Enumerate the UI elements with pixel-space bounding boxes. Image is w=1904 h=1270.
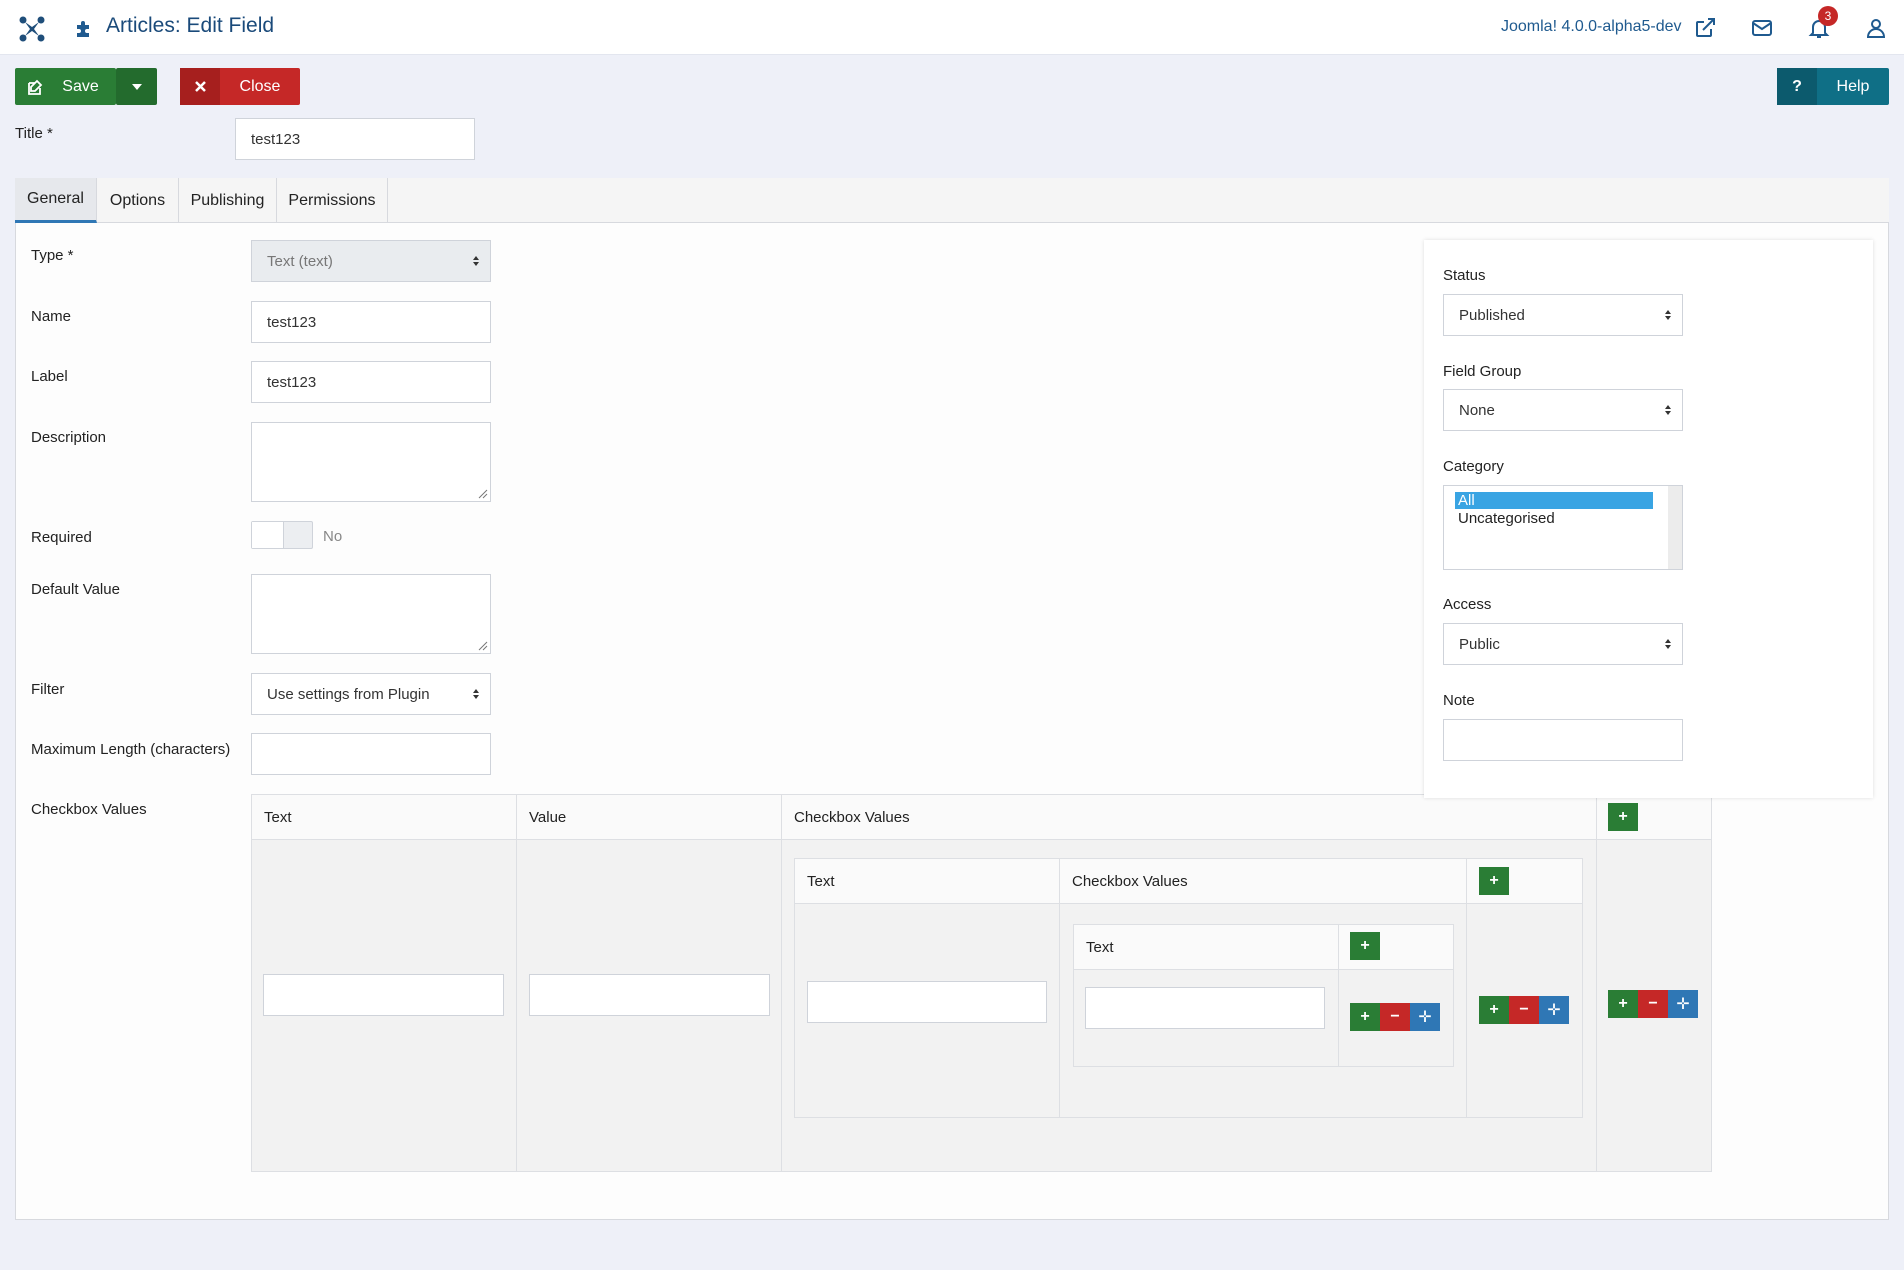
save-button[interactable]: Save — [15, 68, 116, 105]
label-label: Label — [31, 368, 68, 385]
category-option-all[interactable]: All — [1455, 492, 1653, 509]
question-icon: ? — [1777, 68, 1817, 105]
add-row-button[interactable]: + — [1479, 996, 1509, 1024]
category-option-uncategorised[interactable]: Uncategorised — [1455, 510, 1555, 527]
resize-handle-icon[interactable] — [478, 641, 488, 651]
subform-value-input[interactable] — [529, 974, 770, 1016]
close-button[interactable]: Close — [180, 68, 300, 105]
top-header: Articles: Edit Field Joomla! 4.0.0-alpha… — [0, 0, 1904, 55]
type-select-value: Text (text) — [267, 252, 333, 270]
access-label: Access — [1443, 596, 1492, 613]
remove-row-button[interactable]: − — [1509, 996, 1539, 1024]
required-toggle[interactable] — [251, 521, 313, 549]
sort-arrows-icon — [1665, 405, 1671, 415]
type-label: Type * — [31, 247, 74, 264]
version-link[interactable]: Joomla! 4.0.0-alpha5-dev — [1501, 18, 1682, 36]
field-group-select-value: None — [1459, 401, 1495, 419]
title-label: Title * — [15, 125, 53, 142]
filter-select[interactable]: Use settings from Plugin — [251, 673, 491, 715]
external-link-icon[interactable] — [1693, 16, 1717, 40]
max-length-input[interactable] — [251, 733, 491, 775]
add-row-button[interactable]: + — [1479, 867, 1509, 895]
access-select[interactable]: Public — [1443, 623, 1683, 665]
add-row-button[interactable]: + — [1608, 990, 1638, 1018]
default-value-label: Default Value — [31, 581, 120, 598]
save-dropdown-toggle[interactable] — [116, 68, 157, 105]
subform-text-input[interactable] — [263, 974, 504, 1016]
nested-header-checkbox-values: Checkbox Values — [1059, 858, 1467, 904]
user-icon[interactable] — [1864, 16, 1888, 40]
nested-text-input[interactable] — [807, 981, 1047, 1023]
joomla-logo-icon[interactable] — [18, 15, 46, 43]
listbox-scrollbar[interactable] — [1668, 486, 1682, 569]
sort-arrows-icon — [1665, 310, 1671, 320]
caret-down-icon — [131, 83, 142, 90]
sort-arrows-icon — [473, 256, 479, 266]
close-icon — [180, 68, 220, 105]
tab-bar: General Options Publishing Permissions — [15, 178, 1889, 223]
field-group-select[interactable]: None — [1443, 389, 1683, 431]
subform-header-text: Text — [251, 794, 517, 840]
move-row-button[interactable]: ✛ — [1539, 996, 1569, 1024]
help-button[interactable]: ? Help — [1777, 68, 1889, 105]
status-label: Status — [1443, 267, 1486, 284]
sort-arrows-icon — [1665, 639, 1671, 649]
required-label: Required — [31, 529, 92, 546]
move-row-button[interactable]: ✛ — [1410, 1003, 1440, 1031]
tab-general[interactable]: General — [15, 178, 97, 223]
status-select[interactable]: Published — [1443, 294, 1683, 336]
default-value-textarea[interactable] — [251, 574, 491, 654]
remove-row-button[interactable]: − — [1638, 990, 1668, 1018]
filter-label: Filter — [31, 681, 65, 698]
name-label: Name — [31, 308, 72, 325]
subform-header-checkbox-values: Checkbox Values — [781, 794, 1597, 840]
status-select-value: Published — [1459, 306, 1525, 324]
type-select[interactable]: Text (text) — [251, 240, 491, 282]
label-input[interactable]: test123 — [251, 361, 491, 403]
add-row-button[interactable]: + — [1608, 803, 1638, 831]
sort-arrows-icon — [473, 689, 479, 699]
category-multiselect[interactable]: All Uncategorised — [1443, 485, 1683, 570]
access-select-value: Public — [1459, 635, 1500, 653]
add-row-button[interactable]: + — [1350, 1003, 1380, 1031]
remove-row-button[interactable]: − — [1380, 1003, 1410, 1031]
nested-header-text: Text — [794, 858, 1060, 904]
inner-text-input[interactable] — [1085, 987, 1325, 1029]
name-input[interactable]: test123 — [251, 301, 491, 343]
subform-header-value: Value — [516, 794, 782, 840]
close-button-label: Close — [239, 77, 281, 95]
resize-handle-icon[interactable] — [478, 489, 488, 499]
puzzle-icon — [77, 21, 89, 37]
tab-publishing[interactable]: Publishing — [179, 178, 277, 223]
note-input[interactable] — [1443, 719, 1683, 761]
required-value: No — [323, 528, 343, 545]
tab-options[interactable]: Options — [97, 178, 179, 223]
notification-badge: 3 — [1818, 6, 1838, 26]
title-input[interactable]: test123 — [235, 118, 475, 160]
help-button-label: Help — [1836, 77, 1870, 95]
page-title: Articles: Edit Field — [106, 14, 275, 37]
field-group-label: Field Group — [1443, 363, 1522, 380]
edit-icon — [28, 79, 43, 95]
tab-permissions[interactable]: Permissions — [277, 178, 388, 223]
envelope-icon[interactable] — [1750, 16, 1774, 40]
move-row-button[interactable]: ✛ — [1668, 990, 1698, 1018]
checkbox-values-label: Checkbox Values — [31, 801, 147, 818]
inner-header-text: Text — [1073, 924, 1339, 970]
save-button-label: Save — [62, 77, 99, 95]
description-label: Description — [31, 429, 107, 446]
category-label: Category — [1443, 458, 1504, 475]
max-length-label: Maximum Length (characters) — [31, 741, 231, 758]
filter-select-value: Use settings from Plugin — [267, 685, 430, 703]
note-label: Note — [1443, 692, 1475, 709]
description-textarea[interactable] — [251, 422, 491, 502]
add-row-button[interactable]: + — [1350, 932, 1380, 960]
